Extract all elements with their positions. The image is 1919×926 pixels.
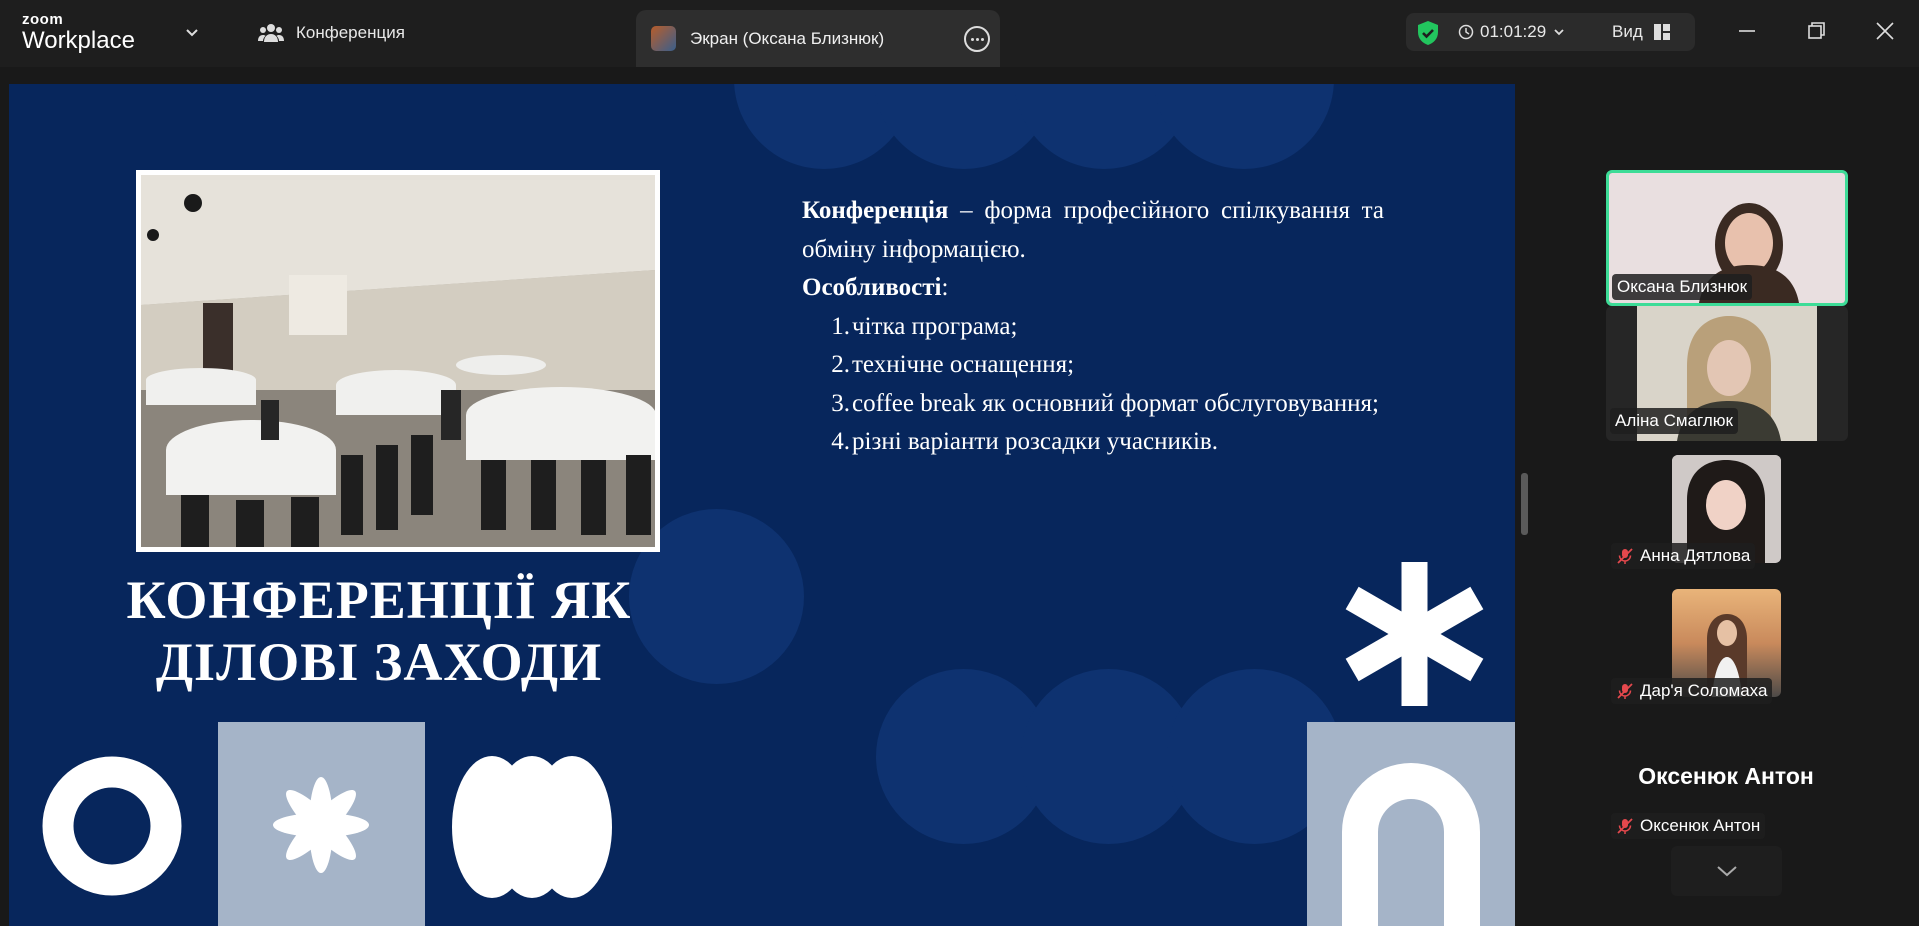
brand-workplace: Workplace	[22, 27, 135, 54]
features-heading-line: Особливості:	[802, 269, 1384, 308]
tab-conference-label: Конференция	[296, 23, 405, 42]
layout-grid-icon	[1653, 24, 1670, 40]
clock-icon	[1458, 24, 1474, 40]
view-button[interactable]: Вид	[1612, 22, 1671, 42]
list-item: 3. coffee break як основний формат обслуг…	[802, 385, 1384, 424]
participant-no-video-name: Оксенюк Антон	[1638, 763, 1814, 789]
close-icon[interactable]	[1870, 16, 1900, 46]
participant-name: Аліна Смаглюк	[1615, 411, 1733, 430]
participant-name-tag: Анна Дятлова	[1611, 543, 1756, 569]
conference-hall-image	[141, 175, 655, 547]
decor-circle	[1154, 84, 1334, 169]
features-heading-colon: :	[941, 274, 949, 301]
slide-title-line1: КОНФЕРЕНЦІЇ ЯК	[126, 570, 632, 630]
meeting-status-bar: 01:01:29 Вид	[1406, 13, 1695, 51]
chevron-down-icon	[1554, 29, 1564, 36]
tab-screen-share[interactable]: Экран (Оксана Близнюк)	[636, 10, 1000, 67]
cloud-shape	[452, 756, 612, 898]
title-bar: zoom Workplace Конференция Экран (Оксана…	[0, 0, 1919, 67]
microphone-muted-icon	[1617, 818, 1633, 834]
slide-title-line2: ДІЛОВІ ЗАХОДИ	[155, 632, 603, 692]
chevron-down-icon	[1716, 866, 1737, 877]
microphone-muted-icon	[1617, 548, 1633, 564]
asterisk-shape	[273, 777, 369, 873]
more-options-icon[interactable]	[964, 26, 990, 52]
view-label: Вид	[1612, 22, 1643, 41]
tab-screen-share-label: Экран (Оксана Близнюк)	[690, 28, 885, 48]
chevron-down-icon[interactable]	[184, 24, 200, 40]
list-item: 4. різні варіанти розсадки учасників.	[802, 423, 1384, 462]
list-item-text: чітка програма;	[852, 312, 1018, 340]
participants-icon	[258, 24, 284, 42]
participant-name-tag: Аліна Смаглюк	[1610, 408, 1738, 434]
list-item-number: 3.	[831, 389, 850, 417]
meeting-timer[interactable]: 01:01:29	[1458, 22, 1566, 42]
participant-name: Оксенюк Антон	[1640, 816, 1761, 835]
features-heading: Особливості	[802, 274, 942, 301]
arch-shape	[1342, 763, 1480, 926]
slide-title: КОНФЕРЕНЦІЇ ЯК ДІЛОВІ ЗАХОДИ	[79, 569, 679, 693]
participant-tile[interactable]: Аліна Смаглюк	[1606, 306, 1848, 441]
participant-name-tag: Оксенюк Антон	[1611, 813, 1766, 839]
definition-paragraph: Конференція – форма професійного спілкув…	[802, 192, 1384, 269]
asterisk-tile	[218, 722, 425, 926]
restore-window-icon[interactable]	[1801, 16, 1831, 46]
encryption-shield-icon[interactable]	[1415, 20, 1441, 46]
list-item-number: 1.	[831, 312, 850, 340]
list-item-text: coffee break як основний формат обслугов…	[852, 389, 1379, 417]
participant-name: Анна Дятлова	[1640, 546, 1751, 565]
meeting-timer-value: 01:01:29	[1480, 22, 1547, 41]
slide-body-text: Конференція – форма професійного спілкув…	[802, 192, 1384, 462]
ring-shape	[42, 756, 182, 896]
asterisk-shape	[1345, 562, 1484, 706]
features-list: 1. чітка програма; 2. технічне оснащення; …	[802, 308, 1384, 462]
arch-tile	[1307, 722, 1515, 926]
zoom-workplace-logo: zoom Workplace	[22, 12, 135, 54]
participant-name: Оксана Близнюк	[1617, 277, 1748, 296]
list-item-number: 4.	[831, 428, 850, 455]
shared-slide: КОНФЕРЕНЦІЇ ЯК ДІЛОВІ ЗАХОДИ Конференція…	[9, 84, 1515, 926]
conference-hall-photo	[136, 170, 660, 552]
participant-name-tag: Оксана Близнюк	[1612, 274, 1753, 300]
tab-conference[interactable]: Конференция	[258, 22, 405, 44]
participant-name-tag: Дар'я Соломаха	[1611, 678, 1773, 704]
participant-tile-active[interactable]: Оксана Близнюк	[1606, 170, 1848, 306]
panel-resize-handle[interactable]	[1521, 473, 1528, 535]
brand-zoom: zoom	[22, 11, 64, 28]
minimize-icon[interactable]	[1732, 16, 1762, 46]
list-item-number: 2.	[831, 351, 850, 378]
microphone-muted-icon	[1617, 683, 1633, 699]
list-item-text: технічне оснащення;	[852, 351, 1075, 378]
list-item-text: різні варіанти розсадки учасників.	[852, 428, 1218, 455]
list-item: 2. технічне оснащення;	[802, 346, 1384, 385]
screen-share-thumbnail-icon	[651, 26, 676, 51]
participant-name: Дар'я Соломаха	[1640, 681, 1768, 700]
scroll-participants-down-button[interactable]	[1671, 846, 1782, 896]
definition-term: Конференція	[802, 197, 949, 224]
list-item: 1. чітка програма;	[802, 308, 1384, 347]
